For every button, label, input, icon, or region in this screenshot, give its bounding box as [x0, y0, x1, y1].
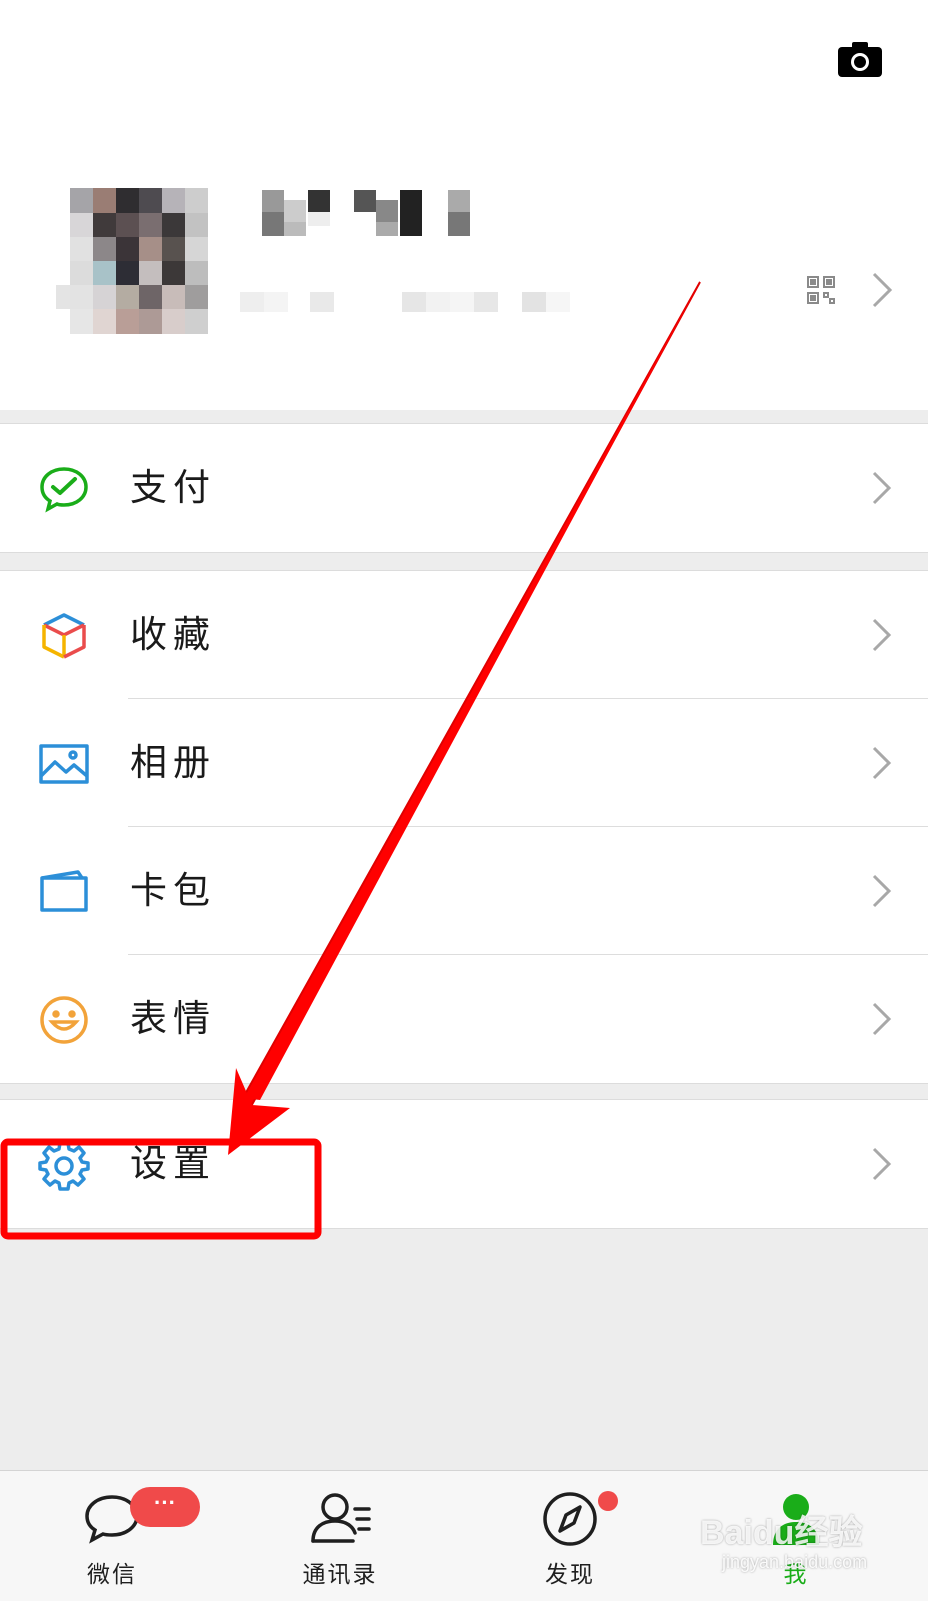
card-wallet-icon: [38, 866, 90, 918]
menu-item-pay[interactable]: 支付: [0, 424, 928, 552]
menu-item-label: 设置: [130, 1142, 216, 1185]
menu-item-label: 表情: [130, 997, 216, 1040]
avatar[interactable]: [56, 168, 218, 336]
tab-label: 微信: [87, 1562, 137, 1588]
chevron-right-icon: [870, 872, 894, 910]
camera-icon[interactable]: [830, 35, 890, 85]
qr-code-icon[interactable]: [806, 275, 836, 305]
smiley-icon: [38, 994, 90, 1046]
profile-header[interactable]: [0, 0, 928, 410]
chevron-right-icon: [870, 1145, 894, 1183]
tab-discover[interactable]: 发现: [480, 1471, 660, 1601]
watermark: Baidu经验: [700, 1514, 863, 1552]
picture-icon: [38, 738, 90, 790]
menu-item-label: 支付: [130, 466, 216, 509]
profile-name: [262, 190, 492, 242]
cube-icon: [38, 610, 90, 662]
chevron-right-icon: [870, 616, 894, 654]
chevron-right-icon: [870, 1000, 894, 1038]
wechat-pay-icon: [38, 463, 90, 515]
menu-section-pay: 支付: [0, 423, 928, 553]
gear-icon: [38, 1139, 90, 1191]
compass-icon: [535, 1489, 605, 1549]
menu-section-settings: 设置: [0, 1099, 928, 1229]
chevron-right-icon: [870, 469, 894, 507]
menu-item-album[interactable]: 相册: [0, 699, 928, 827]
chevron-right-icon: [870, 744, 894, 782]
tab-label: 发现: [545, 1562, 595, 1588]
menu-item-label: 收藏: [130, 613, 216, 656]
menu-item-label: 相册: [130, 741, 216, 784]
contacts-icon: [305, 1489, 375, 1549]
tab-contacts[interactable]: 通讯录: [250, 1471, 430, 1601]
menu-item-label: 卡包: [130, 869, 216, 912]
unread-badge: ···: [130, 1487, 200, 1527]
chevron-right-icon: [870, 270, 894, 310]
notification-dot: [598, 1491, 618, 1511]
tab-label: 通讯录: [302, 1562, 378, 1588]
menu-item-favorites[interactable]: 收藏: [0, 571, 928, 699]
watermark-url: jingyan.baidu.com: [722, 1552, 868, 1572]
menu-section-main: 收藏 相册 卡包 表情: [0, 570, 928, 1084]
menu-item-cards[interactable]: 卡包: [0, 827, 928, 955]
menu-item-settings[interactable]: 设置: [0, 1100, 928, 1228]
wechat-id: [240, 288, 580, 316]
menu-item-stickers[interactable]: 表情: [0, 955, 928, 1083]
